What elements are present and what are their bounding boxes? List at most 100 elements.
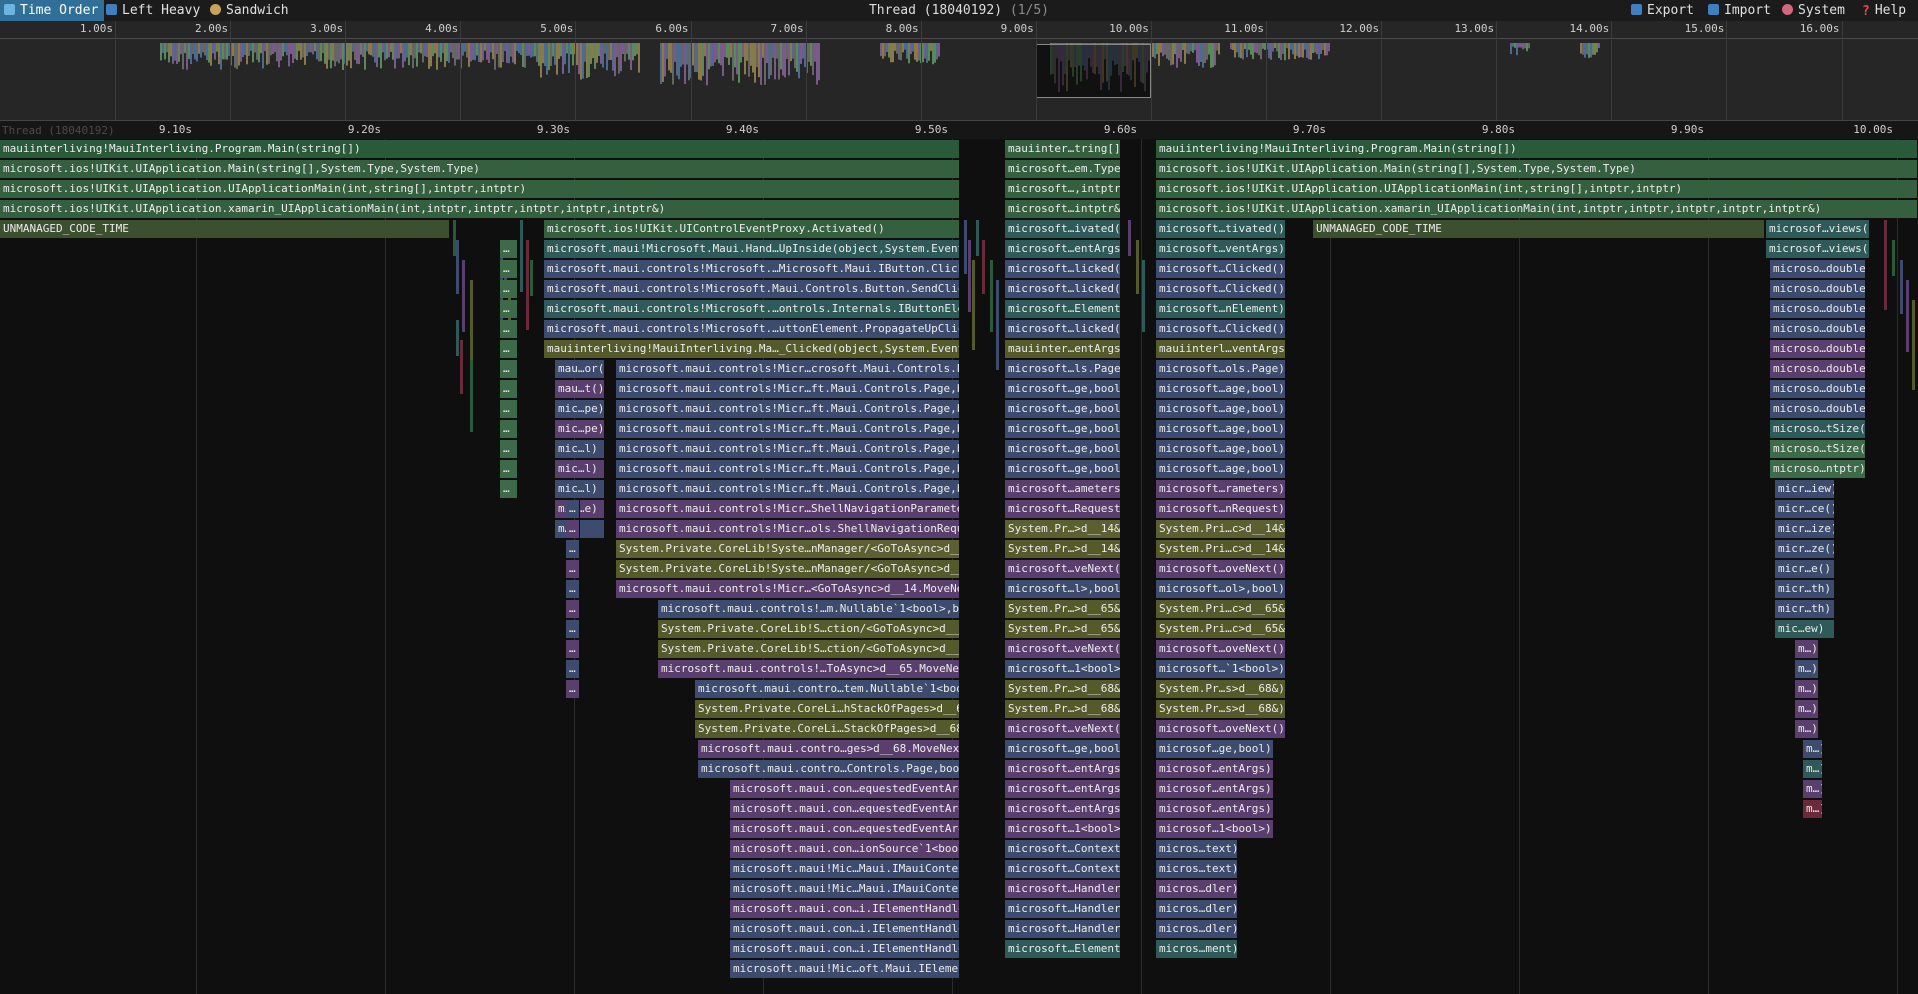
flame-frame[interactable]: microso…double) bbox=[1770, 380, 1866, 398]
flame-frame[interactable]: microsoft.maui.controls!…ToAsync>d__65.M… bbox=[658, 660, 960, 678]
flame-frame[interactable]: m…) bbox=[1803, 800, 1823, 818]
overview-viewport-selection[interactable] bbox=[1036, 44, 1151, 98]
flame-frame[interactable]: microsoft…,intptr) bbox=[1005, 180, 1121, 198]
flame-frame-sliver[interactable] bbox=[1142, 260, 1145, 332]
flame-frame[interactable]: microsoft…ge,bool) bbox=[1005, 740, 1121, 758]
flame-frame[interactable]: microsoft…ge,bool) bbox=[1005, 420, 1121, 438]
flame-frame[interactable]: microsoft…Element) bbox=[1005, 300, 1121, 318]
flame-frame[interactable]: microsoft…rameters) bbox=[1156, 480, 1286, 498]
flame-frame[interactable]: microsoft…entArgs) bbox=[1005, 800, 1121, 818]
flame-frame[interactable]: mauiinter…tring[]) bbox=[1005, 140, 1121, 158]
flame-frame-sliver[interactable] bbox=[972, 260, 975, 350]
flame-frame[interactable]: microsoft.maui!Mic…Maui.IMauiContext) bbox=[730, 880, 960, 898]
flame-frame[interactable]: microsoft.maui.contro…tem.Nullable`1<boo… bbox=[695, 680, 960, 698]
flame-frame[interactable]: microsoft…oveNext() bbox=[1156, 640, 1286, 658]
flame-frame[interactable]: mic…pe) bbox=[555, 400, 605, 418]
flame-frame[interactable]: m…) bbox=[1803, 740, 1823, 758]
flame-frame-sliver[interactable] bbox=[982, 240, 985, 294]
flame-frame[interactable]: … bbox=[500, 320, 518, 338]
flame-frame[interactable]: microsoft…age,bool) bbox=[1156, 400, 1286, 418]
flame-frame[interactable]: micr…ize) bbox=[1775, 520, 1835, 538]
flame-frame[interactable]: microsoft.maui.con…i.IElementHandler) bbox=[730, 940, 960, 958]
flame-frame[interactable]: microsoft.maui.con…equestedEventArgs) bbox=[730, 780, 960, 798]
flame-frame[interactable]: System.Pr…>d__68&) bbox=[1005, 700, 1121, 718]
flame-frame[interactable]: … bbox=[566, 680, 580, 698]
flame-frame[interactable]: microsoft.maui.con…i.IElementHandler) bbox=[730, 900, 960, 918]
flame-frame[interactable]: … bbox=[566, 560, 580, 578]
flame-frame[interactable]: microsoft…nElement) bbox=[1156, 300, 1286, 318]
flame-frame[interactable]: microsoft.ios!UIKit.UIApplication.xamari… bbox=[1156, 200, 1918, 218]
flame-frame-sliver[interactable] bbox=[1912, 300, 1915, 390]
overview-minimap[interactable]: 1.00s 2.00s 3.00s 4.00s 5.00s 6.00s 7.00s 8.00s… bbox=[0, 21, 1918, 121]
flame-frame[interactable]: microsoft.maui.controls!Micr…ShellNaviga… bbox=[616, 500, 960, 518]
flame-frame[interactable]: mic…e) bbox=[555, 500, 605, 518]
flame-frame[interactable]: microsoft…Request) bbox=[1005, 500, 1121, 518]
flame-frame-sliver[interactable] bbox=[530, 260, 533, 296]
flame-frame[interactable]: microsoft…licked() bbox=[1005, 260, 1121, 278]
flame-frame[interactable]: microsoft…Clicked() bbox=[1156, 320, 1286, 338]
flame-frame[interactable]: microsoft…ventArgs) bbox=[1156, 240, 1286, 258]
flame-frame-sliver[interactable] bbox=[976, 220, 979, 256]
flame-frame-sliver[interactable] bbox=[996, 280, 999, 370]
flame-frame[interactable]: microsoft.maui.controls!Microsoft.…Micro… bbox=[544, 260, 960, 278]
flame-frame[interactable]: microsoft.ios!UIKit.UIApplication.xamari… bbox=[0, 200, 960, 218]
flame-frame-sliver[interactable] bbox=[470, 280, 473, 370]
flame-frame[interactable]: microsoft…entArgs) bbox=[1005, 780, 1121, 798]
flame-frame[interactable]: micros…dler) bbox=[1156, 880, 1238, 898]
flame-frame[interactable]: micr…th) bbox=[1775, 600, 1835, 618]
flame-frame[interactable]: micr…th) bbox=[1775, 580, 1835, 598]
flame-frame[interactable]: System.Private.CoreLib!Syste…nManager/<G… bbox=[616, 560, 960, 578]
flame-frame[interactable]: … bbox=[500, 360, 518, 378]
flame-frame[interactable]: microsoft…ols.Page) bbox=[1156, 360, 1286, 378]
flame-frame[interactable]: System.Pr…>d__68&) bbox=[1005, 680, 1121, 698]
flame-frame[interactable]: microso…double) bbox=[1770, 280, 1866, 298]
flame-frame[interactable]: microsoft…Handler) bbox=[1005, 880, 1121, 898]
flame-frame[interactable]: microsoft…entArgs) bbox=[1005, 240, 1121, 258]
flame-frame[interactable]: … bbox=[500, 240, 518, 258]
flame-frame[interactable]: System.Pri…c>d__65&) bbox=[1156, 620, 1286, 638]
flame-frame[interactable]: microsoft…l>,bool) bbox=[1005, 580, 1121, 598]
flame-frame[interactable]: microsoft.maui.controls!Micr…ols.ShellNa… bbox=[616, 520, 960, 538]
flame-frame[interactable]: microsof…1<bool>) bbox=[1156, 820, 1274, 838]
flame-frame[interactable]: microsoft.maui.contro…ges>d__68.MoveNext… bbox=[698, 740, 960, 758]
flame-frame-sliver[interactable] bbox=[964, 220, 967, 274]
flame-frame[interactable]: microsoft.maui!Mic…Maui.IMauiContext) bbox=[730, 860, 960, 878]
flame-frame[interactable]: System.Pri…c>d__14&) bbox=[1156, 520, 1286, 538]
flame-frame[interactable]: mic…l) bbox=[555, 480, 605, 498]
flame-frame[interactable]: microsoft…veNext() bbox=[1005, 720, 1121, 738]
flame-frame[interactable]: … bbox=[500, 420, 518, 438]
flame-frame[interactable]: microsoft…`1<bool>) bbox=[1156, 660, 1286, 678]
flame-frame[interactable]: System.Private.CoreLib!S…ction/<GoToAsyn… bbox=[658, 640, 960, 658]
flame-frame[interactable]: System.Pr…s>d__68&) bbox=[1156, 680, 1286, 698]
flame-frame[interactable]: mic…pe) bbox=[555, 420, 605, 438]
flame-frame[interactable]: micr…ce() bbox=[1775, 500, 1835, 518]
flame-frame-sliver[interactable] bbox=[1906, 280, 1909, 352]
flame-frame[interactable]: mauiinter…entArgs) bbox=[1005, 340, 1121, 358]
system-theme-button[interactable]: System bbox=[1778, 0, 1851, 21]
flame-frame[interactable]: … bbox=[500, 380, 518, 398]
flame-frame[interactable]: microsoft…ameters) bbox=[1005, 480, 1121, 498]
flame-frame[interactable]: microsof…entArgs) bbox=[1156, 800, 1274, 818]
flame-frame[interactable]: mauiinterliving!MauiInterliving.Program.… bbox=[1156, 140, 1918, 158]
flame-frame[interactable]: microsoft.maui.con…ionSource`1<bool>) bbox=[730, 840, 960, 858]
flame-frame[interactable]: microsof…views() bbox=[1766, 220, 1870, 238]
flame-frame[interactable]: microsoft…Element) bbox=[1005, 940, 1121, 958]
flame-frame[interactable]: mau…or() bbox=[555, 360, 605, 378]
flame-frame[interactable]: UNMANAGED_CODE_TIME bbox=[0, 220, 450, 238]
flame-frame[interactable]: m…) bbox=[1803, 780, 1823, 798]
flame-frame-sliver[interactable] bbox=[456, 240, 459, 294]
flame-frame-sliver[interactable] bbox=[990, 260, 993, 332]
flame-frame[interactable]: microsoft…oveNext() bbox=[1156, 720, 1286, 738]
flame-frame[interactable]: … bbox=[566, 520, 580, 538]
flame-frame[interactable]: microsoft…age,bool) bbox=[1156, 440, 1286, 458]
flame-frame[interactable]: micr…ze() bbox=[1775, 540, 1835, 558]
flame-frame[interactable]: System.Private.CoreLib!Syste…nManager/<G… bbox=[616, 540, 960, 558]
flame-frame[interactable]: … bbox=[566, 500, 580, 518]
flame-frame[interactable]: microsoft…1<bool>) bbox=[1005, 660, 1121, 678]
flame-frame[interactable]: System.Pri…c>d__65&) bbox=[1156, 600, 1286, 618]
flame-frame[interactable]: … bbox=[500, 400, 518, 418]
flame-frame[interactable]: m…) bbox=[1795, 640, 1819, 658]
flame-frame[interactable]: … bbox=[566, 640, 580, 658]
flame-frame-sliver[interactable] bbox=[520, 220, 523, 292]
flame-frame-sliver[interactable] bbox=[1136, 240, 1139, 294]
